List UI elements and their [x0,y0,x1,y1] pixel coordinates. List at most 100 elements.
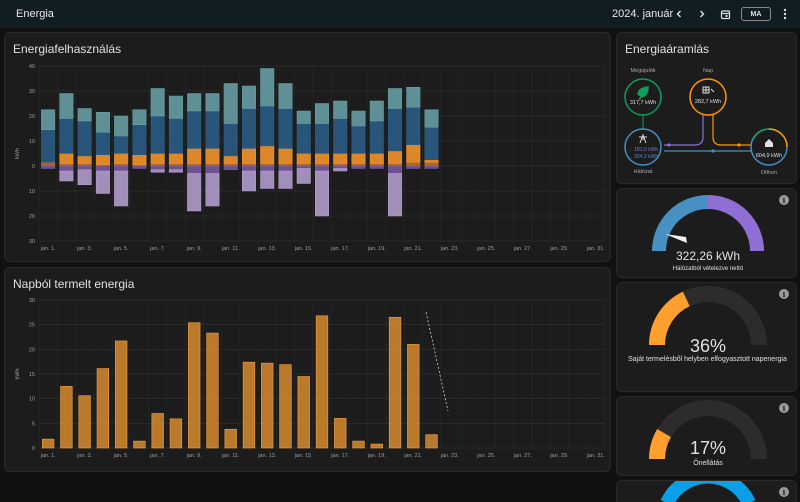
y-tick-label: 10 [29,139,35,145]
gauge-label: Önellátás [693,459,723,467]
usage-bar-segment [388,163,403,167]
usage-bar-segment [333,100,348,119]
usage-bar-segment [314,123,330,154]
usage-bar-segment [223,83,238,124]
solar-bar [133,440,146,449]
solar-bar [206,332,219,449]
date-period-label: 2024. január [612,8,674,20]
usage-bar-segment [41,129,56,163]
current-day-indicator [425,312,449,412]
solar-production-chart: 30 25 20 15 10 5 0 jan. 1. jan. 3. jan. 5. jan. 7.… [15,298,605,459]
usage-bar-segment [296,153,311,164]
usage-bar-segment [205,173,220,207]
x-tick-label: jan. 31. [586,246,606,252]
x-tick-label: jan. 5. [113,246,129,252]
usage-bar-segment [150,88,165,117]
x-tick-label: jan. 1. [40,246,56,252]
usage-bar-segment [351,110,366,127]
grid-net-gauge-card: i 322,26 kWh Hálózatból vételezve nettó [616,188,797,278]
usage-bar-segment [59,153,74,164]
x-tick-label: jan. 5. [113,453,129,459]
usage-bar-segment [278,83,293,109]
autarky-gauge: 17% Önellátás [649,400,767,467]
y-tick-label: 0 [32,164,35,170]
y-tick-label: 30 [29,239,35,245]
grid-return-value: ← 181,9 kWh [628,147,659,153]
usage-bar-segment [278,163,293,167]
usage-bar-segment [95,170,110,194]
solar-bar [169,418,183,449]
y-tick-label: 30 [29,298,35,304]
usage-bar-segment [77,155,92,164]
usage-bar-segment [77,163,92,167]
solar-bar [425,434,438,449]
usage-bar-segment [296,110,311,124]
x-tick-label: jan. 9. [186,246,202,252]
x-tick-label: jan. 7. [149,246,165,252]
usage-bar-segment [314,153,330,164]
x-tick-label: jan. 21. [403,453,423,459]
usage-bar-segment [132,124,147,155]
usage-bar-segment [187,148,202,164]
y-tick-label: 20 [29,347,35,353]
usage-bar-segment [333,165,348,169]
usage-bar-segment [296,123,311,154]
usage-bar-segment [388,108,403,152]
usage-bar-segment [41,162,56,167]
gauge-fill [660,481,756,502]
x-tick-label: jan. 11. [221,246,240,252]
usage-bar-segment [369,165,384,169]
usage-bar-segment [424,127,439,160]
usage-bar-segment [278,108,293,149]
usage-bar-segment [168,169,183,173]
calendar-icon[interactable] [717,6,733,22]
leaf-icon [637,86,649,101]
usage-bar-segment [150,153,165,164]
usage-bar-segment [77,169,92,185]
solar-bar [388,316,402,449]
y-tick-label: 20 [29,114,35,120]
usage-bar-segment [369,100,384,122]
usage-bar-segment [406,144,421,163]
flow-line-solar-grid [664,115,704,146]
usage-bar-segment [59,163,74,167]
solar-bar [407,344,420,449]
app-title: Energia [16,8,54,20]
energy-flow-card: Energiaáramlás Megújulók 317,7 kWh Nap 2… [616,32,797,184]
usage-bar-segment [406,107,421,145]
energy-flow-diagram: Megújulók 317,7 kWh Nap 282,7 kWh ← 181,… [624,68,788,176]
usage-bar-segment [424,159,439,163]
solar-node[interactable] [689,78,727,116]
more-vertical-icon[interactable] [777,6,793,22]
usage-bar-segment [168,95,183,119]
energy-usage-card: Energiafelhasználás 40 30 20 10 0 10 20 30 jan. … [4,32,611,262]
chevron-left-icon[interactable] [671,6,687,22]
gauge-value: 17% [690,438,726,458]
chevron-right-icon[interactable] [694,6,710,22]
usage-bar-segment [314,103,330,124]
usage-bar-segment [95,132,110,155]
gauge-label: Hálózatból vételezve nettó [673,266,744,272]
usage-bar-segment [241,170,256,192]
gauge-fill [649,428,672,460]
usage-bar-segment [205,148,220,164]
usage-bar-segment [333,118,348,154]
solar-bar [151,413,164,449]
usage-bar-segment [406,165,421,169]
gauge-value: 322,26 kWh [676,249,740,263]
today-button[interactable]: MA [741,7,771,21]
usage-bar-segment [260,165,275,172]
gauge-arc-consumption [652,195,709,252]
usage-bar-segment [241,85,256,109]
usage-bar-segment [187,93,202,112]
solar-value: 282,7 kWh [695,99,721,105]
usage-bar-segment [150,165,165,170]
usage-bar-segment [406,162,421,167]
solar-bar [334,418,347,449]
gauge-fill [649,291,691,346]
usage-bar-segment [260,68,275,107]
usage-bar-segment [314,163,330,167]
usage-bar-segment [388,173,403,217]
usage-bar-segment [59,118,74,154]
x-tick-label: jan. 11. [221,453,240,459]
